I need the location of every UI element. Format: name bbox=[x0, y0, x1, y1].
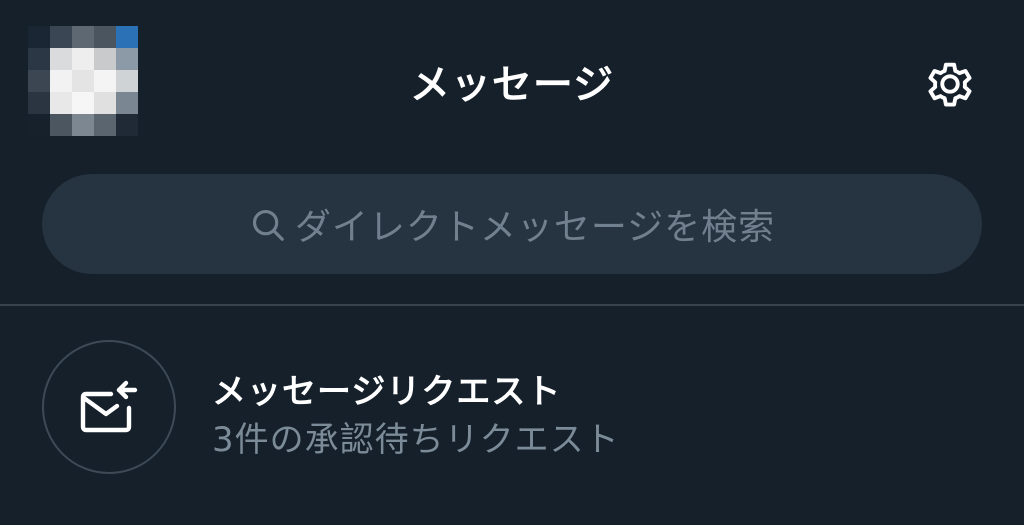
avatar-pixel bbox=[116, 26, 138, 48]
message-requests-row[interactable]: メッセージリクエスト 3件の承認待ちリクエスト bbox=[0, 306, 1024, 525]
page-title: メッセージ bbox=[409, 62, 615, 108]
avatar-pixel bbox=[28, 114, 50, 136]
mail-incoming-icon bbox=[80, 380, 138, 433]
search-icon bbox=[252, 209, 284, 241]
avatar-pixel bbox=[72, 114, 94, 136]
settings-button[interactable] bbox=[918, 52, 982, 116]
avatar-pixel bbox=[28, 26, 50, 48]
avatar-pixel bbox=[72, 26, 94, 48]
header: メッセージ bbox=[0, 0, 1024, 160]
search-input[interactable]: ダイレクトメッセージを検索 bbox=[42, 174, 982, 274]
search-placeholder: ダイレクトメッセージを検索 bbox=[294, 207, 776, 248]
message-requests-icon-circle bbox=[42, 340, 176, 474]
avatar-pixel bbox=[50, 114, 72, 136]
avatar-pixel bbox=[50, 26, 72, 48]
message-requests-title: メッセージリクエスト bbox=[212, 372, 562, 412]
messages-screen: メッセージ ダイレクトメッセージを検索 メッセージリクエスト 3件の承認待ちリク… bbox=[0, 0, 1024, 525]
avatar-pixel bbox=[116, 114, 138, 136]
avatar-pixel bbox=[94, 114, 116, 136]
avatar-pixel bbox=[94, 26, 116, 48]
gear-icon bbox=[928, 62, 972, 107]
message-requests-subtitle: 3件の承認待ちリクエスト bbox=[212, 420, 620, 460]
